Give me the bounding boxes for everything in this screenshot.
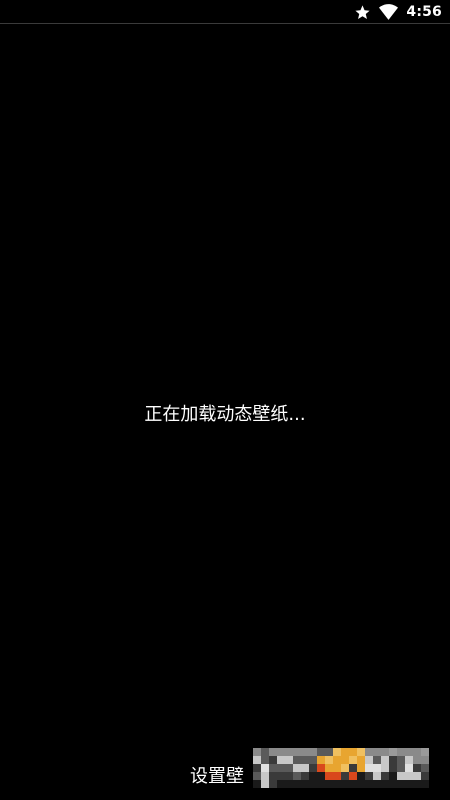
live-wallpaper-preview: 正在加载动态壁纸... (0, 25, 450, 800)
set-wallpaper-button[interactable]: 设置壁 (190, 762, 244, 788)
status-icons: 4:56 (354, 0, 442, 24)
status-clock: 4:56 (406, 4, 442, 20)
pixelated-overlay-image (253, 748, 429, 788)
bottom-bar: 设置壁 (0, 748, 450, 800)
wifi-icon (379, 4, 399, 20)
status-bar: 4:56 (0, 0, 450, 24)
star-icon (354, 4, 371, 21)
loading-message: 正在加载动态壁纸... (144, 404, 306, 425)
